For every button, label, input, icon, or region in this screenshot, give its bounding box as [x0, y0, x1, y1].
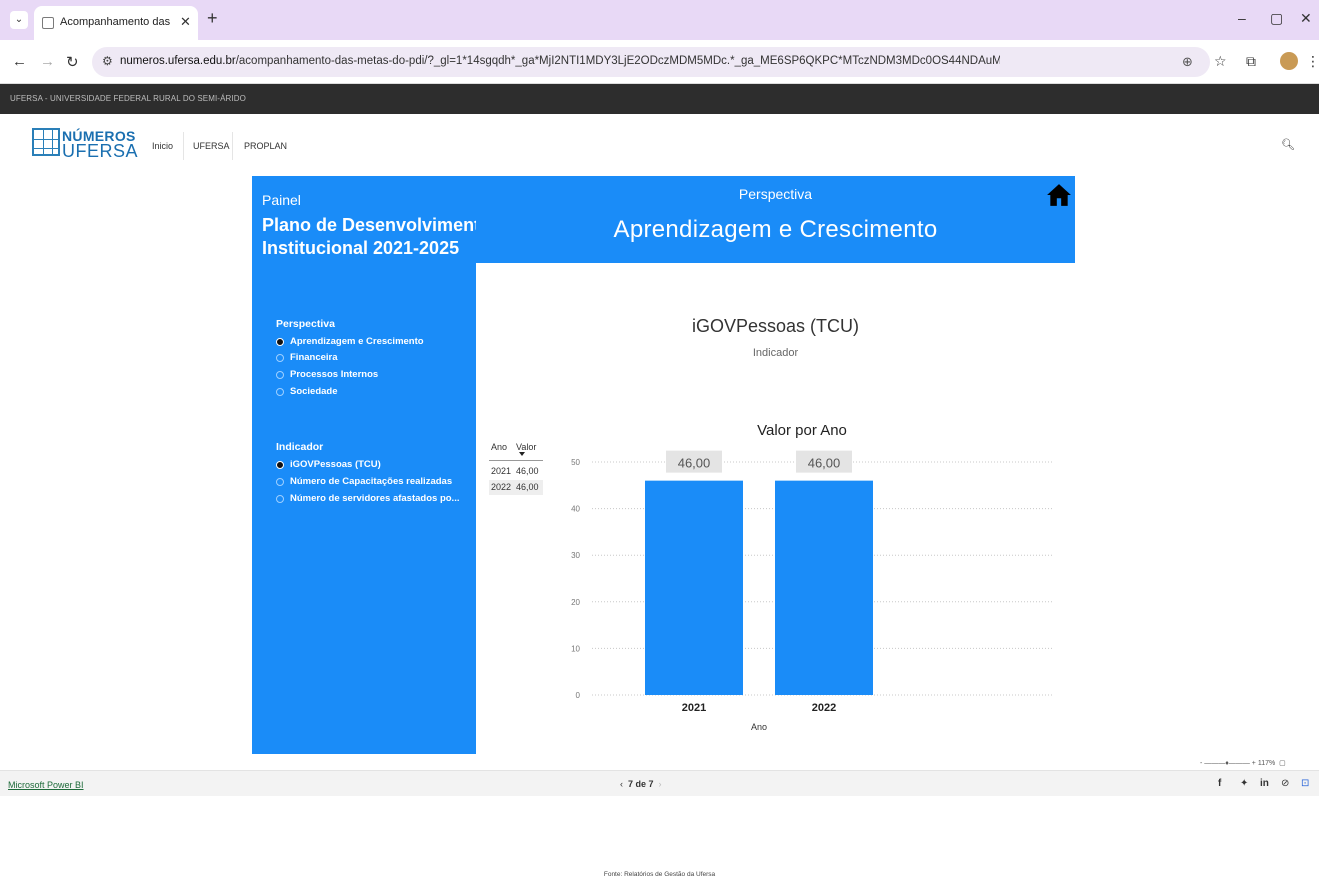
logo-text-bottom: UFERSA — [62, 141, 139, 161]
minimize-icon[interactable]: – — [1238, 10, 1246, 26]
zoom-icon[interactable]: ⊕ — [1182, 54, 1193, 70]
radio-icon — [276, 371, 284, 379]
x-axis-label: Ano — [751, 722, 767, 732]
browser-toolbar: ← → ↻ ⚙ numeros.ufersa.edu.br/acompanham… — [0, 40, 1319, 84]
home-icon[interactable] — [1046, 182, 1072, 208]
tab-title: Acompanhamento das metas d — [60, 16, 172, 28]
zoom-slider-handle[interactable]: ♦ — [1225, 760, 1229, 767]
forward-icon[interactable]: → — [40, 53, 55, 70]
radio-selected-icon — [276, 461, 284, 469]
indicator-title: iGOVPessoas (TCU) — [691, 316, 860, 336]
fit-page-icon[interactable]: ▢ — [1279, 760, 1286, 767]
indicador-slicer-title: Indicador — [276, 441, 324, 453]
share-icon[interactable]: ⊘ — [1281, 778, 1289, 789]
painel-label: Painel — [262, 192, 301, 208]
table-cell: 2021 — [491, 466, 512, 476]
pdi-title: Plano de Desenvolvimento Institucional 2… — [262, 215, 492, 258]
bar-chart: 0 10 20 30 40 50 46,00 2021 46,00 2022 Ano — [571, 450, 1052, 732]
tab-search-icon[interactable]: ⌄ — [10, 11, 28, 29]
profile-avatar[interactable] — [1280, 52, 1298, 70]
site-header: NÚMEROS UFERSA Inicio UFERSA PROPLAN 🔍︎ — [0, 114, 1319, 176]
table-divider — [489, 460, 543, 461]
close-window-icon[interactable]: ✕ — [1300, 10, 1312, 27]
perspectiva-title: Aprendizagem e Crescimento — [613, 216, 938, 243]
y-tick-label: 30 — [571, 551, 580, 560]
y-tick-label: 50 — [571, 458, 580, 467]
nav-link-inicio[interactable]: Inicio — [152, 141, 173, 151]
bar — [645, 480, 743, 695]
perspectiva-slicer-title: Perspectiva — [276, 318, 335, 330]
search-icon[interactable]: 🔍︎ — [1281, 138, 1295, 151]
close-icon[interactable]: ✕ — [180, 14, 191, 30]
table-header-valor[interactable]: Valor — [516, 442, 536, 452]
report-sidebar: Painel Plano de Desenvolvimento Instituc… — [252, 176, 491, 754]
site-info-icon[interactable]: ⚙ — [102, 54, 113, 68]
y-tick-label: 40 — [571, 505, 580, 514]
facebook-icon[interactable]: f — [1218, 778, 1221, 789]
address-bar[interactable]: ⚙ numeros.ufersa.edu.br/acompanhamento-d… — [92, 47, 1210, 77]
browser-tab[interactable]: Acompanhamento das metas d ✕ — [34, 6, 198, 40]
next-page-icon[interactable]: › — [659, 779, 662, 789]
linkedin-icon[interactable]: in — [1260, 778, 1269, 789]
chart-title: Valor por Ano — [757, 422, 847, 439]
twitter-icon[interactable]: ✦ — [1240, 778, 1248, 789]
data-label: 46,00 — [808, 456, 841, 471]
table-cell: 2022 — [491, 482, 512, 492]
y-tick-label: 0 — [576, 691, 581, 700]
table-header-ano[interactable]: Ano — [491, 442, 507, 452]
indicator-subtitle: Indicador — [752, 347, 799, 359]
radio-icon — [276, 354, 284, 362]
prev-page-icon[interactable]: ‹ — [620, 779, 623, 789]
browser-tab-bar: ⌄ Acompanhamento das metas d ✕ + – ▢ ✕ — [0, 0, 1319, 40]
university-name: UFERSA - UNIVERSIDADE FEDERAL RURAL DO S… — [10, 94, 246, 103]
more-menu-icon[interactable]: ⋮ — [1306, 53, 1319, 70]
table-cell: 46,00 — [516, 466, 539, 476]
powerbi-report: Painel Plano de Desenvolvimento Instituc… — [252, 176, 1075, 754]
nav-link-ufersa[interactable]: UFERSA — [193, 141, 230, 151]
url-text: numeros.ufersa.edu.br/acompanhamento-das… — [120, 55, 1000, 67]
perspectiva-header: Perspectiva Aprendizagem e Crescimento — [476, 176, 1075, 263]
table-cell: 46,00 — [516, 482, 539, 492]
zoom-level: 117% — [1257, 760, 1276, 767]
back-icon[interactable]: ← — [12, 53, 27, 70]
data-label: 46,00 — [678, 456, 711, 471]
fullscreen-icon[interactable]: ⊡ — [1301, 778, 1309, 789]
numeros-ufersa-logo[interactable]: NÚMEROS UFERSA — [32, 126, 138, 164]
powerbi-footer: Microsoft Power BI ‹ 7 de 7 › f ✦ in ⊘ ⊡ — [0, 770, 1319, 796]
y-tick-label: 10 — [571, 644, 580, 653]
nav-divider — [183, 132, 184, 160]
page-navigator: ‹ 7 de 7 › — [620, 779, 662, 789]
bar — [775, 480, 873, 695]
page-favicon-icon — [42, 17, 54, 29]
nav-link-proplan[interactable]: PROPLAN — [244, 141, 287, 151]
sort-desc-icon[interactable] — [519, 452, 525, 456]
source-footer: Fonte: Relatórios de Gestão da Ufersa — [603, 871, 716, 878]
radio-icon — [276, 388, 284, 396]
nav-divider — [232, 132, 233, 160]
page-indicator: 7 de 7 — [628, 779, 654, 789]
logo-grid-icon — [32, 128, 60, 156]
extensions-icon[interactable]: ⧉ — [1246, 53, 1256, 70]
radio-selected-icon — [276, 338, 284, 346]
powerbi-link[interactable]: Microsoft Power BI — [8, 780, 84, 790]
perspectiva-label: Perspectiva — [738, 186, 813, 202]
bookmark-star-icon[interactable]: ☆ — [1214, 53, 1227, 70]
x-tick-label: 2022 — [812, 702, 836, 714]
x-tick-label: 2021 — [682, 702, 706, 714]
radio-icon — [276, 495, 284, 503]
radio-icon — [276, 478, 284, 486]
new-tab-icon[interactable]: + — [207, 8, 218, 29]
university-bar: UFERSA - UNIVERSIDADE FEDERAL RURAL DO S… — [0, 84, 1319, 114]
restore-icon[interactable]: ▢ — [1270, 10, 1283, 27]
zoom-control[interactable]: - ———♦——— + 117% ▢ — [1200, 759, 1286, 767]
y-tick-label: 20 — [571, 598, 580, 607]
reload-icon[interactable]: ↻ — [66, 53, 79, 71]
